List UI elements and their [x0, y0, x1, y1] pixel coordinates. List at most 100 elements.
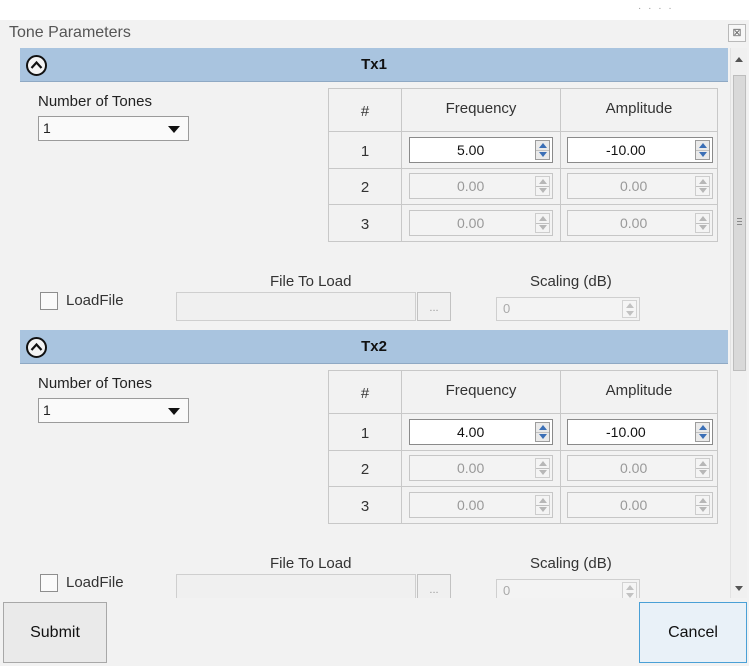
scaling-label: Scaling (dB)	[530, 273, 612, 290]
spinner-arrows-icon	[695, 213, 710, 233]
browse-button: ...	[417, 574, 451, 598]
spinner-arrows-icon	[695, 495, 710, 515]
row-number: 3	[328, 486, 402, 524]
number-of-tones-select[interactable]: 1	[38, 398, 189, 423]
spinner-arrows-icon	[535, 213, 550, 233]
spinner-arrows-icon[interactable]	[535, 422, 550, 442]
section-title: Tx1	[361, 56, 387, 73]
spinner-arrows-icon	[535, 495, 550, 515]
amplitude-spinbox[interactable]: -10.00	[567, 137, 713, 163]
row-number: 1	[328, 131, 402, 169]
loadfile-checkbox[interactable]	[40, 574, 58, 592]
scaling-spinbox: 0	[496, 297, 640, 321]
column-header-amplitude: Amplitude	[560, 370, 718, 414]
grip-line	[737, 218, 742, 219]
amplitude-spinbox-disabled: 0.00	[567, 455, 713, 481]
spinner-arrows-icon[interactable]	[695, 140, 710, 160]
frequency-value: 5.00	[457, 142, 485, 158]
loadfile-checkbox[interactable]	[40, 292, 58, 310]
frequency-spinbox-disabled: 0.00	[409, 210, 553, 236]
section-title: Tx2	[361, 338, 387, 355]
spinner-arrows-icon	[622, 300, 637, 318]
frequency-spinbox-disabled: 0.00	[409, 173, 553, 199]
row-number: 3	[328, 204, 402, 242]
spinner-arrows-icon	[622, 582, 637, 598]
scroll-up-arrow-icon[interactable]	[735, 57, 743, 62]
spinner-arrows-icon	[695, 176, 710, 196]
frequency-spinbox-disabled: 0.00	[409, 492, 553, 518]
scaling-label: Scaling (dB)	[530, 555, 612, 572]
close-icon[interactable]: ⊠	[728, 24, 746, 42]
title-bar: Tone Parameters ⊠	[0, 20, 749, 46]
table-cell: 0.00	[401, 168, 561, 205]
amplitude-value: -10.00	[606, 424, 646, 440]
frequency-spinbox[interactable]: 4.00	[409, 419, 553, 445]
amplitude-spinbox-disabled: 0.00	[567, 210, 713, 236]
table-cell: 0.00	[560, 450, 718, 487]
row-number: 2	[328, 168, 402, 205]
browse-button: ...	[417, 292, 451, 321]
file-path-input	[176, 574, 416, 598]
caret-down-icon	[168, 408, 180, 415]
window-title: Tone Parameters	[9, 24, 131, 41]
number-of-tones-value: 1	[43, 120, 51, 136]
cancel-button[interactable]: Cancel	[639, 602, 747, 663]
amplitude-value: 0.00	[620, 178, 648, 194]
frequency-spinbox[interactable]: 5.00	[409, 137, 553, 163]
loadfile-label[interactable]: LoadFile	[66, 574, 124, 591]
row-number: 1	[328, 413, 402, 451]
spinner-arrows-icon	[695, 458, 710, 478]
section-header-tx2[interactable]: Tx2	[20, 330, 728, 364]
table-cell: -10.00	[560, 413, 718, 451]
scrollbar-thumb[interactable]	[733, 75, 746, 371]
amplitude-spinbox-disabled: 0.00	[567, 492, 713, 518]
amplitude-value: 0.00	[620, 460, 648, 476]
section-header-tx1[interactable]: Tx1	[20, 48, 728, 82]
number-of-tones-label: Number of Tones	[38, 93, 152, 110]
scaling-spinbox: 0	[496, 579, 640, 598]
column-header-frequency: Frequency	[401, 88, 561, 132]
file-to-load-label: File To Load	[270, 273, 352, 290]
number-of-tones-value: 1	[43, 402, 51, 418]
table-cell: 4.00	[401, 413, 561, 451]
spinner-arrows-icon[interactable]	[695, 422, 710, 442]
overflow-dots-icon: · · · ·	[638, 3, 674, 14]
table-cell: 0.00	[560, 204, 718, 242]
table-cell: 5.00	[401, 131, 561, 169]
table-cell: 0.00	[560, 168, 718, 205]
amplitude-value: 0.00	[620, 215, 648, 231]
table-cell: 0.00	[401, 450, 561, 487]
vertical-scrollbar[interactable]	[730, 48, 747, 598]
column-header-number: #	[328, 370, 402, 414]
spinner-arrows-icon	[535, 176, 550, 196]
amplitude-value: -10.00	[606, 142, 646, 158]
section-tx1: Tx1 Number of Tones 1 # Frequency Amplit…	[20, 48, 728, 330]
tone-parameters-window: · · · · Tone Parameters ⊠ Tx1 Number of …	[0, 0, 749, 666]
loadfile-label[interactable]: LoadFile	[66, 292, 124, 309]
scaling-value: 0	[503, 301, 511, 316]
number-of-tones-select[interactable]: 1	[38, 116, 189, 141]
frequency-value: 0.00	[457, 215, 485, 231]
spinner-arrows-icon	[535, 458, 550, 478]
table-cell: -10.00	[560, 131, 718, 169]
amplitude-spinbox[interactable]: -10.00	[567, 419, 713, 445]
scroll-down-arrow-icon[interactable]	[735, 586, 743, 591]
spinner-arrows-icon[interactable]	[535, 140, 550, 160]
table-cell: 0.00	[401, 204, 561, 242]
grip-line	[737, 221, 742, 222]
amplitude-value: 0.00	[620, 497, 648, 513]
scaling-value: 0	[503, 583, 511, 598]
column-header-frequency: Frequency	[401, 370, 561, 414]
amplitude-spinbox-disabled: 0.00	[567, 173, 713, 199]
top-band: · · · ·	[0, 0, 749, 20]
sections-scroll-area: Tx1 Number of Tones 1 # Frequency Amplit…	[20, 48, 728, 598]
number-of-tones-label: Number of Tones	[38, 375, 152, 392]
grip-line	[737, 224, 742, 225]
frequency-spinbox-disabled: 0.00	[409, 455, 553, 481]
frequency-value: 0.00	[457, 460, 485, 476]
table-cell: 0.00	[401, 486, 561, 524]
column-header-amplitude: Amplitude	[560, 88, 718, 132]
submit-button[interactable]: Submit	[3, 602, 107, 663]
caret-down-icon	[168, 126, 180, 133]
row-number: 2	[328, 450, 402, 487]
